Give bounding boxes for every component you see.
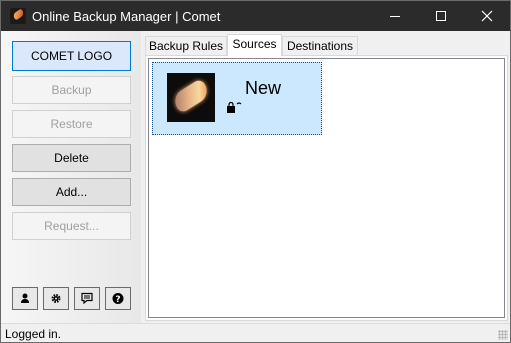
account-button[interactable] [12,287,38,310]
window-title: Online Backup Manager | Comet [32,9,221,24]
comet-thumbnail [167,73,215,122]
title-bar[interactable]: Online Backup Manager | Comet [1,1,510,31]
app-window: Online Backup Manager | Comet COMET LOGO… [0,0,511,343]
sidebar: COMET LOGO HERE Backup Restore Delete Ad… [1,31,141,323]
svg-text:?: ? [115,295,120,305]
comet-app-icon [10,8,26,24]
delete-button[interactable]: Delete [12,144,131,172]
gear-icon [51,293,61,304]
help-button[interactable]: ? [105,287,131,310]
tab-backup-rules[interactable]: Backup Rules [145,36,227,55]
backup-button[interactable]: Backup [12,76,131,104]
close-button[interactable] [464,1,510,31]
feedback-button[interactable] [74,287,100,310]
close-icon [481,10,493,22]
user-icon [21,293,29,303]
request-button[interactable]: Request... [12,212,131,240]
sources-panel: New [145,55,508,321]
chat-icon [81,292,93,305]
source-item[interactable]: New [152,62,322,135]
resize-grip[interactable] [498,330,508,340]
settings-button[interactable] [43,287,69,310]
maximize-button[interactable] [418,1,464,31]
add-button[interactable]: Add... [12,178,131,206]
tab-destinations[interactable]: Destinations [282,36,358,55]
help-icon: ? [112,293,124,305]
source-name: New [245,78,282,98]
minimize-icon [390,16,400,17]
tab-sources[interactable]: Sources [227,34,282,56]
lock-status-icon [227,101,242,113]
status-bar: Logged in. [1,323,510,342]
sources-list[interactable]: New [148,58,505,318]
restore-button[interactable]: Restore [12,110,131,138]
logo-button[interactable]: COMET LOGO HERE [12,41,131,91]
maximize-icon [436,11,446,21]
status-text: Logged in. [5,327,62,341]
minimize-button[interactable] [372,1,418,31]
